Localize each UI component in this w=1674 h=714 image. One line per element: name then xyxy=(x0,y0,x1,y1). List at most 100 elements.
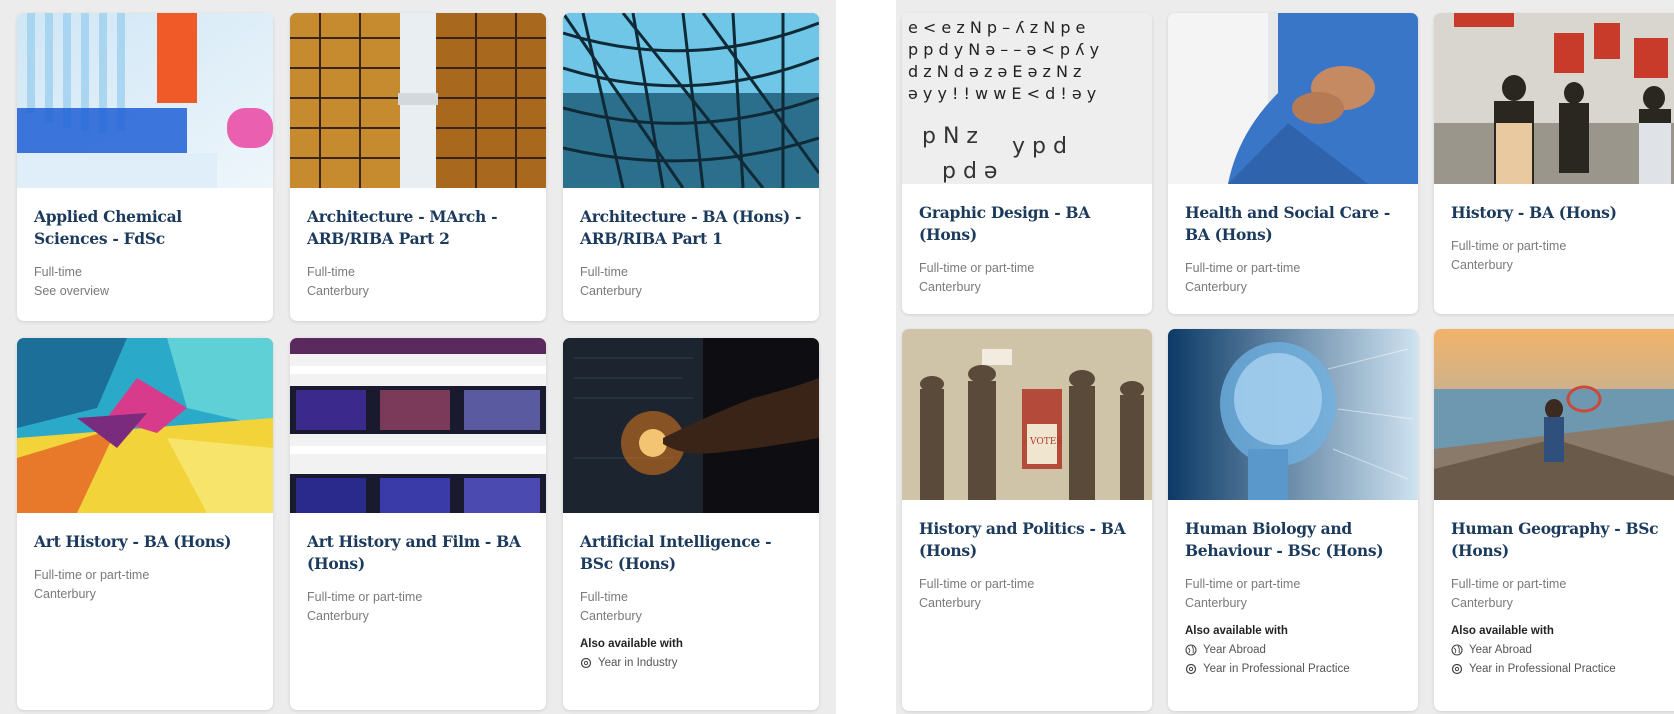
location: Canterbury xyxy=(34,587,96,601)
course-title[interactable]: History and Politics - BA (Hons) xyxy=(919,518,1135,562)
svg-text:VOTES: VOTES xyxy=(1029,437,1062,447)
course-card[interactable]: Applied Chemical Sciences - FdSc Full-ti… xyxy=(17,13,273,321)
course-image-holding-hands[interactable] xyxy=(1168,13,1418,184)
globe-icon xyxy=(1451,644,1463,656)
course-image-ai[interactable] xyxy=(563,338,819,513)
course-image-abstract-paint[interactable] xyxy=(17,338,273,513)
course-image-architecture[interactable] xyxy=(290,13,546,188)
option-year-in-professional-practice: Year in Professional Practice xyxy=(1185,663,1401,675)
also-available-label: Also available with xyxy=(1451,625,1554,637)
option-label: Year Abroad xyxy=(1203,644,1266,656)
course-title[interactable]: Artificial Intelligence - BSc (Hons) xyxy=(580,531,802,575)
gear-icon xyxy=(580,657,592,669)
study-mode: Full-time or part-time xyxy=(919,261,1035,275)
course-meta: Full-time Canterbury xyxy=(580,263,802,301)
course-image-film-strip[interactable] xyxy=(290,338,546,513)
course-image-coastal-view[interactable] xyxy=(1434,329,1674,500)
option-label: Year in Industry xyxy=(598,657,678,669)
course-meta: Full-time or part-time Canterbury xyxy=(34,566,256,604)
study-mode: Full-time xyxy=(580,265,628,279)
course-title[interactable]: Applied Chemical Sciences - FdSc xyxy=(34,206,256,250)
course-title[interactable]: Health and Social Care - BA (Hons) xyxy=(1185,202,1401,246)
study-mode: Full-time xyxy=(34,265,82,279)
location: Canterbury xyxy=(580,609,642,623)
location: Canterbury xyxy=(1451,258,1513,272)
course-image-protest[interactable] xyxy=(1434,13,1674,184)
study-mode: Full-time or part-time xyxy=(919,577,1035,591)
course-grid-left: Applied Chemical Sciences - FdSc Full-ti… xyxy=(17,13,819,710)
course-image-xray-head[interactable] xyxy=(1168,329,1418,500)
course-meta: Full-time or part-time Canterbury xyxy=(1185,259,1401,297)
course-card[interactable]: Human Geography - BSc (Hons) Full-time o… xyxy=(1434,329,1674,711)
gear-icon xyxy=(1451,663,1463,675)
course-image-suffragettes[interactable]: VOTES xyxy=(902,329,1152,500)
course-card[interactable]: History - BA (Hons) Full-time or part-ti… xyxy=(1434,13,1674,314)
course-image-glass-roof[interactable] xyxy=(563,13,819,188)
course-meta: Full-time Canterbury xyxy=(307,263,529,301)
svg-text:ə y y ! ! w w E < d ! ə y: ə y y ! ! w w E < d ! ə y xyxy=(908,84,1096,103)
location: Canterbury xyxy=(919,280,981,294)
location: Canterbury xyxy=(580,284,642,298)
course-title[interactable]: Human Biology and Behaviour - BSc (Hons) xyxy=(1185,518,1401,562)
course-title[interactable]: Art History and Film - BA (Hons) xyxy=(307,531,529,575)
location: Canterbury xyxy=(1451,596,1513,610)
course-image-chemistry[interactable] xyxy=(17,13,273,188)
course-meta: Full-time See overview xyxy=(34,263,256,301)
svg-text:e < e z N p – ʎ z N p e: e < e z N p – ʎ z N p e xyxy=(908,18,1085,37)
course-card[interactable]: Art History - BA (Hons) Full-time or par… xyxy=(17,338,273,710)
study-mode: Full-time or part-time xyxy=(1185,261,1301,275)
option-year-abroad: Year Abroad xyxy=(1451,644,1667,656)
course-meta: Full-time or part-time Canterbury xyxy=(919,259,1135,297)
study-mode: Full-time or part-time xyxy=(1451,239,1567,253)
study-mode: Full-time xyxy=(580,590,628,604)
study-mode: Full-time xyxy=(307,265,355,279)
svg-text:y p d: y p d xyxy=(1012,134,1067,159)
location: Canterbury xyxy=(1185,596,1247,610)
course-title[interactable]: Architecture - MArch - ARB/RIBA Part 2 xyxy=(307,206,529,250)
option-label: Year Abroad xyxy=(1469,644,1532,656)
location: Canterbury xyxy=(1185,280,1247,294)
course-card[interactable]: Health and Social Care - BA (Hons) Full-… xyxy=(1168,13,1418,314)
course-card[interactable]: Architecture - MArch - ARB/RIBA Part 2 F… xyxy=(290,13,546,321)
course-title[interactable]: Graphic Design - BA (Hons) xyxy=(919,202,1135,246)
course-meta: Full-time or part-time Canterbury xyxy=(919,575,1135,613)
svg-text:p d ə: p d ə xyxy=(942,159,997,184)
course-meta: Full-time or part-time Canterbury xyxy=(1185,575,1401,613)
study-mode: Full-time or part-time xyxy=(307,590,423,604)
option-year-in-professional-practice: Year in Professional Practice xyxy=(1451,663,1667,675)
course-card[interactable]: VOTES History and Politics - BA (Hons) F… xyxy=(902,329,1152,711)
also-available-label: Also available with xyxy=(1185,625,1288,637)
option-year-abroad: Year Abroad xyxy=(1185,644,1401,656)
globe-icon xyxy=(1185,644,1197,656)
course-image-typography[interactable]: e < e z N p – ʎ z N p e p p d y N ə – – … xyxy=(902,13,1152,184)
location: Canterbury xyxy=(919,596,981,610)
course-card[interactable]: Artificial Intelligence - BSc (Hons) Ful… xyxy=(563,338,819,710)
study-mode: Full-time or part-time xyxy=(1451,577,1567,591)
course-card[interactable]: Art History and Film - BA (Hons) Full-ti… xyxy=(290,338,546,710)
course-card[interactable]: e < e z N p – ʎ z N p e p p d y N ə – – … xyxy=(902,13,1152,314)
course-meta: Full-time or part-time Canterbury xyxy=(307,588,529,626)
location: Canterbury xyxy=(307,284,369,298)
course-meta: Full-time or part-time Canterbury xyxy=(1451,237,1667,275)
gear-icon xyxy=(1185,663,1197,675)
course-meta: Full-time or part-time Canterbury xyxy=(1451,575,1667,613)
svg-text:p N z: p N z xyxy=(922,124,978,149)
course-title[interactable]: Architecture - BA (Hons) - ARB/RIBA Part… xyxy=(580,206,802,250)
location: See overview xyxy=(34,284,110,298)
course-title[interactable]: Human Geography - BSc (Hons) xyxy=(1451,518,1667,562)
option-year-in-industry: Year in Industry xyxy=(580,657,802,669)
option-label: Year in Professional Practice xyxy=(1203,663,1350,675)
svg-text:d z N d ə z ə E ə z N z: d z N d ə z ə E ə z N z xyxy=(908,62,1081,81)
course-card[interactable]: Architecture - BA (Hons) - ARB/RIBA Part… xyxy=(563,13,819,321)
course-grid-right: e < e z N p – ʎ z N p e p p d y N ə – – … xyxy=(902,13,1674,711)
also-available-label: Also available with xyxy=(580,638,683,650)
course-card[interactable]: Human Biology and Behaviour - BSc (Hons)… xyxy=(1168,329,1418,711)
course-title[interactable]: History - BA (Hons) xyxy=(1451,202,1667,224)
svg-text:p p d y N ə – – ə < p ʎ y: p p d y N ə – – ə < p ʎ y xyxy=(908,40,1099,59)
study-mode: Full-time or part-time xyxy=(1185,577,1301,591)
course-title[interactable]: Art History - BA (Hons) xyxy=(34,531,256,553)
option-label: Year in Professional Practice xyxy=(1469,663,1616,675)
study-mode: Full-time or part-time xyxy=(34,568,150,582)
course-meta: Full-time Canterbury xyxy=(580,588,802,626)
location: Canterbury xyxy=(307,609,369,623)
